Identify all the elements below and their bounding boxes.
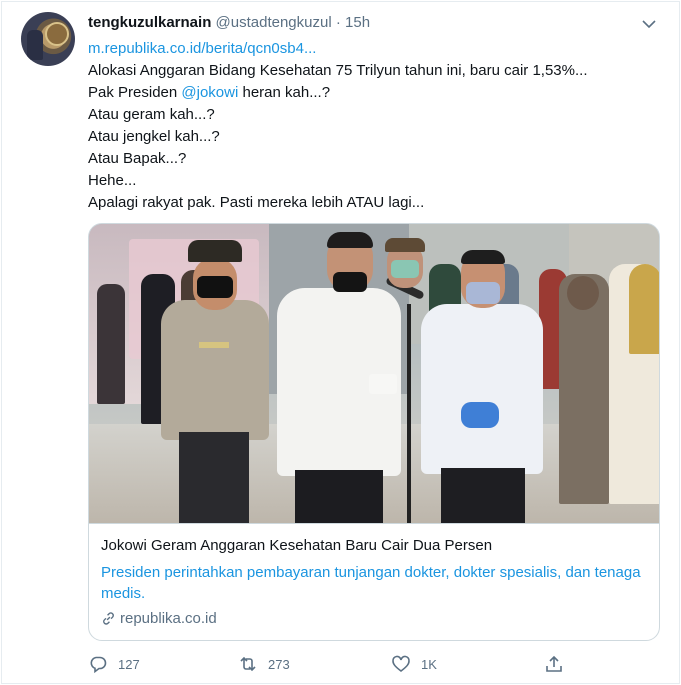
- tweet-line: Hehe...: [88, 172, 137, 189]
- avatar[interactable]: [21, 12, 75, 66]
- tweet-line: Alokasi Anggaran Bidang Kesehatan 75 Tri…: [88, 62, 588, 79]
- tweet-line: Atau geram kah...?: [88, 106, 215, 123]
- reply-count: 127: [118, 656, 140, 672]
- tweet-line: Atau Bapak...?: [88, 150, 187, 167]
- tweet-link[interactable]: m.republika.co.id/berita/qcn0sb4...: [88, 38, 658, 60]
- tweet-line: Atau jengkel kah...?: [88, 128, 220, 145]
- card-description: Presiden perintahkan pembayaran tunjanga…: [101, 564, 641, 602]
- card-domain-text: republika.co.id: [120, 610, 217, 627]
- tweet-line-text: Pak Presiden: [88, 84, 182, 101]
- tweet[interactable]: tengkuzulkarnain @ustadtengkuzul · 15h m…: [1, 1, 680, 684]
- reply-button[interactable]: 127: [88, 652, 140, 676]
- share-button[interactable]: [544, 652, 574, 676]
- action-bar: 127 273 1K: [88, 652, 658, 676]
- tweet-line: Apalagi rakyat pak. Pasti mereka lebih A…: [88, 194, 425, 211]
- card-text[interactable]: Jokowi Geram Anggaran Kesehatan Baru Cai…: [89, 523, 659, 640]
- retweet-count: 273: [268, 656, 290, 672]
- retweet-icon: [240, 656, 256, 672]
- card-image[interactable]: [89, 224, 659, 523]
- like-count: 1K: [421, 656, 437, 672]
- tweet-header: tengkuzulkarnain @ustadtengkuzul · 15h: [88, 14, 370, 34]
- tweet-line-text: heran kah...?: [238, 84, 331, 101]
- timestamp[interactable]: 15h: [345, 14, 370, 31]
- card-title[interactable]: Jokowi Geram Anggaran Kesehatan Baru Cai…: [101, 535, 649, 557]
- tweet-line: Pak Presiden @jokowi heran kah...?: [88, 82, 658, 104]
- user-handle[interactable]: @ustadtengkuzul: [216, 14, 332, 31]
- tweet-text: m.republika.co.id/berita/qcn0sb4... Alok…: [88, 38, 658, 214]
- like-button[interactable]: 1K: [391, 652, 437, 676]
- separator: ·: [335, 14, 341, 31]
- retweet-button[interactable]: 273: [238, 652, 290, 676]
- display-name[interactable]: tengkuzulkarnain: [88, 14, 211, 31]
- share-icon: [546, 655, 562, 672]
- card-domain: republika.co.id: [101, 610, 649, 627]
- mention-link[interactable]: @jokowi: [181, 84, 238, 101]
- link-icon: [103, 612, 114, 625]
- link-card[interactable]: Jokowi Geram Anggaran Kesehatan Baru Cai…: [88, 223, 660, 641]
- like-icon: [392, 655, 410, 673]
- reply-icon: [90, 656, 107, 674]
- chevron-down-icon[interactable]: [641, 16, 657, 32]
